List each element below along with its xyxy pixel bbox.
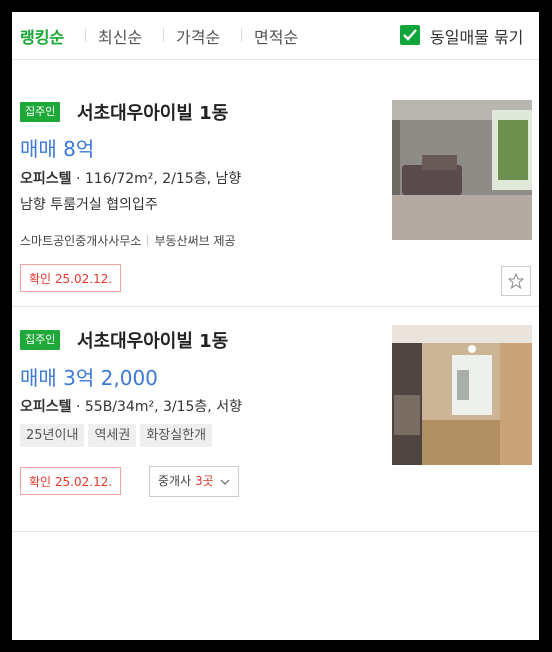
spec-detail: · 55B/34m², 3/15층, 서향 <box>71 399 242 415</box>
feature-tag: 화장실한개 <box>140 424 213 447</box>
property-type: 오피스텔 <box>20 171 72 187</box>
listing-specs: 오피스텔 · 116/72m², 2/15층, 남향 <box>20 168 241 188</box>
listing-name[interactable]: 서초대우아이빌 1동 <box>77 327 228 353</box>
sort-latest[interactable]: 최신순 <box>98 24 142 48</box>
listing-item[interactable]: 집주인 서초대우아이빌 1동 매매 3억 2,000 오피스텔 · 55B/34… <box>12 307 539 532</box>
sort-bar: 랭킹순 최신순 가격순 면적순 동일매물 묶기 <box>12 12 539 60</box>
listing-panel: 랭킹순 최신순 가격순 면적순 동일매물 묶기 집주인 서초대우아이빌 1동 매… <box>12 12 539 640</box>
listing-name[interactable]: 서초대우아이빌 1동 <box>77 99 228 125</box>
provider-name: 부동산써브 제공 <box>154 234 236 248</box>
divider <box>163 28 164 42</box>
property-type: 오피스텔 <box>20 399 72 415</box>
listing-photo[interactable] <box>392 100 532 240</box>
listing-specs: 오피스텔 · 55B/34m², 3/15층, 서향 <box>20 396 242 416</box>
feature-tag: 역세권 <box>88 424 137 447</box>
owner-badge: 집주인 <box>20 102 61 122</box>
sort-ranking[interactable]: 랭킹순 <box>20 24 64 48</box>
listing-price: 매매 8억 <box>20 137 95 161</box>
feature-tags: 25년이내 역세권 화장실한개 <box>20 424 216 447</box>
divider <box>85 28 86 42</box>
listing-price: 매매 3억 2,000 <box>20 366 158 390</box>
star-icon <box>508 273 524 289</box>
owner-badge: 집주인 <box>20 330 61 350</box>
favorite-button[interactable] <box>501 266 531 296</box>
same-listing-label[interactable]: 동일매물 묶기 <box>430 24 523 48</box>
confirm-date-badge: 확인 25.02.12. <box>20 467 122 495</box>
spec-detail: · 116/72m², 2/15층, 남향 <box>71 171 242 187</box>
agent-info: 스마트공인중개사사무소 부동산써브 제공 <box>20 232 236 249</box>
listing-description: 남향 투룸거실 협의입주 <box>20 197 158 213</box>
feature-tag: 25년이내 <box>20 424 85 447</box>
listing-item[interactable]: 집주인 서초대우아이빌 1동 매매 8억 오피스텔 · 116/72m², 2/… <box>12 60 539 307</box>
listing-photo[interactable] <box>392 325 532 465</box>
agent-name: 스마트공인중개사사무소 <box>20 234 142 248</box>
broker-count-button[interactable]: 중개사 3곳 <box>149 466 240 497</box>
check-icon <box>403 29 417 41</box>
same-listing-checkbox[interactable] <box>400 25 420 45</box>
broker-count: 3곳 <box>194 474 214 488</box>
sort-price[interactable]: 가격순 <box>176 24 220 48</box>
sort-area[interactable]: 면적순 <box>254 24 298 48</box>
confirm-date-badge: 확인 25.02.12. <box>20 264 122 292</box>
divider <box>147 235 149 246</box>
chevron-down-icon <box>221 479 230 485</box>
broker-label: 중개사 <box>158 474 192 488</box>
divider <box>241 28 242 42</box>
